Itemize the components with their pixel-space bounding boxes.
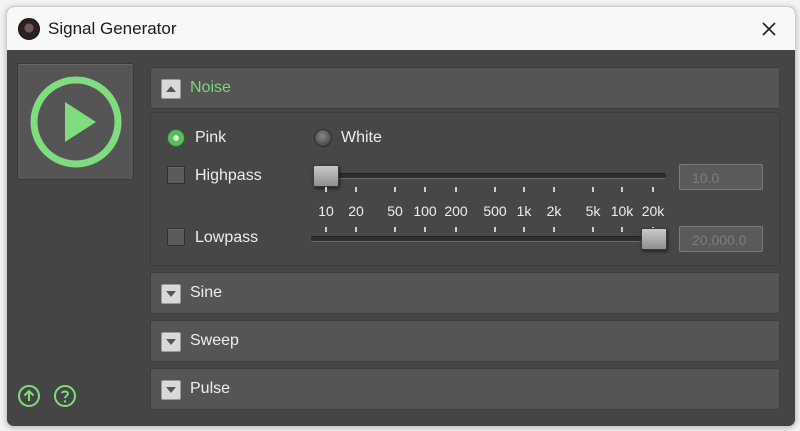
scale-tick: [621, 227, 623, 232]
scale-label: 10: [318, 203, 334, 219]
scale-tick: [553, 187, 555, 192]
close-button[interactable]: [753, 13, 785, 45]
pink-radio[interactable]: [167, 129, 185, 147]
lowpass-slider-thumb[interactable]: [641, 228, 667, 250]
scale-tick: [325, 227, 327, 232]
highpass-value-field[interactable]: 10.0: [679, 164, 763, 190]
section-label-sine: Sine: [190, 284, 223, 301]
scale-tick: [592, 187, 594, 192]
scale-tick: [455, 187, 457, 192]
scale-label: 1k: [516, 203, 532, 219]
noise-settings: Pink White Highpass 10.0 10 20 50 100 20…: [150, 112, 780, 266]
scale-tick: [494, 187, 496, 192]
expand-toggle[interactable]: [161, 332, 181, 352]
scale-tick: [355, 227, 357, 232]
window-title: Signal Generator: [48, 19, 177, 38]
chevron-down-icon: [166, 387, 176, 393]
section-header-pulse[interactable]: Pulse: [150, 368, 780, 410]
section-label-pulse: Pulse: [190, 380, 231, 397]
lowpass-label: Lowpass: [195, 229, 259, 246]
scale-tick: [394, 227, 396, 232]
scale-label: 100: [413, 203, 437, 219]
highpass-slider-thumb[interactable]: [313, 165, 339, 187]
scale-label: 5k: [585, 203, 601, 219]
expand-toggle[interactable]: [161, 380, 181, 400]
scale-tick: [494, 227, 496, 232]
scale-tick: [394, 187, 396, 192]
highpass-label: Highpass: [195, 167, 262, 184]
app-icon: [18, 18, 40, 40]
highpass-checkbox[interactable]: [167, 166, 185, 184]
scale-tick: [523, 187, 525, 192]
chevron-down-icon: [166, 339, 176, 345]
scale-tick: [455, 227, 457, 232]
lowpass-slider[interactable]: [311, 236, 661, 242]
highpass-slider[interactable]: [316, 173, 666, 179]
arrow-up-circle-icon[interactable]: [17, 384, 41, 408]
section-header-noise[interactable]: Noise: [150, 67, 780, 109]
scale-label: 500: [483, 203, 507, 219]
scale-label: 2k: [546, 203, 562, 219]
expand-toggle[interactable]: [161, 284, 181, 304]
scale-tick: [424, 227, 426, 232]
scale-tick: [325, 187, 327, 192]
chevron-down-icon: [166, 291, 176, 297]
scale-label: 20: [348, 203, 364, 219]
collapse-toggle[interactable]: [161, 79, 181, 99]
scale-label: 200: [444, 203, 468, 219]
section-label-sweep: Sweep: [190, 332, 239, 349]
pink-label: Pink: [195, 129, 227, 146]
chevron-up-icon: [166, 86, 176, 92]
scale-label: 50: [387, 203, 403, 219]
section-label-noise: Noise: [190, 79, 231, 96]
scale-tick: [523, 227, 525, 232]
section-header-sine[interactable]: Sine: [150, 272, 780, 314]
scale-label: 20k: [641, 203, 665, 219]
play-icon: [30, 76, 121, 167]
lowpass-value-field[interactable]: 20,000.0: [679, 226, 763, 252]
scale-tick: [553, 227, 555, 232]
white-label: White: [341, 129, 382, 146]
generator-panel: Noise Pink White Highpass 10.0 10 20 50 …: [7, 50, 795, 426]
scale-tick: [424, 187, 426, 192]
lowpass-checkbox[interactable]: [167, 228, 185, 246]
scale-tick: [592, 227, 594, 232]
scale-label: 10k: [610, 203, 634, 219]
play-button[interactable]: [17, 63, 134, 180]
title-bar: Signal Generator: [7, 7, 795, 50]
section-header-sweep[interactable]: Sweep: [150, 320, 780, 362]
help-circle-icon[interactable]: [53, 384, 77, 408]
scale-tick: [652, 187, 654, 192]
signal-generator-window: Signal Generator Noise Pink White Highpa…: [6, 6, 796, 427]
white-radio[interactable]: [314, 129, 332, 147]
scale-tick: [355, 187, 357, 192]
scale-tick: [621, 187, 623, 192]
close-icon: [762, 22, 776, 36]
